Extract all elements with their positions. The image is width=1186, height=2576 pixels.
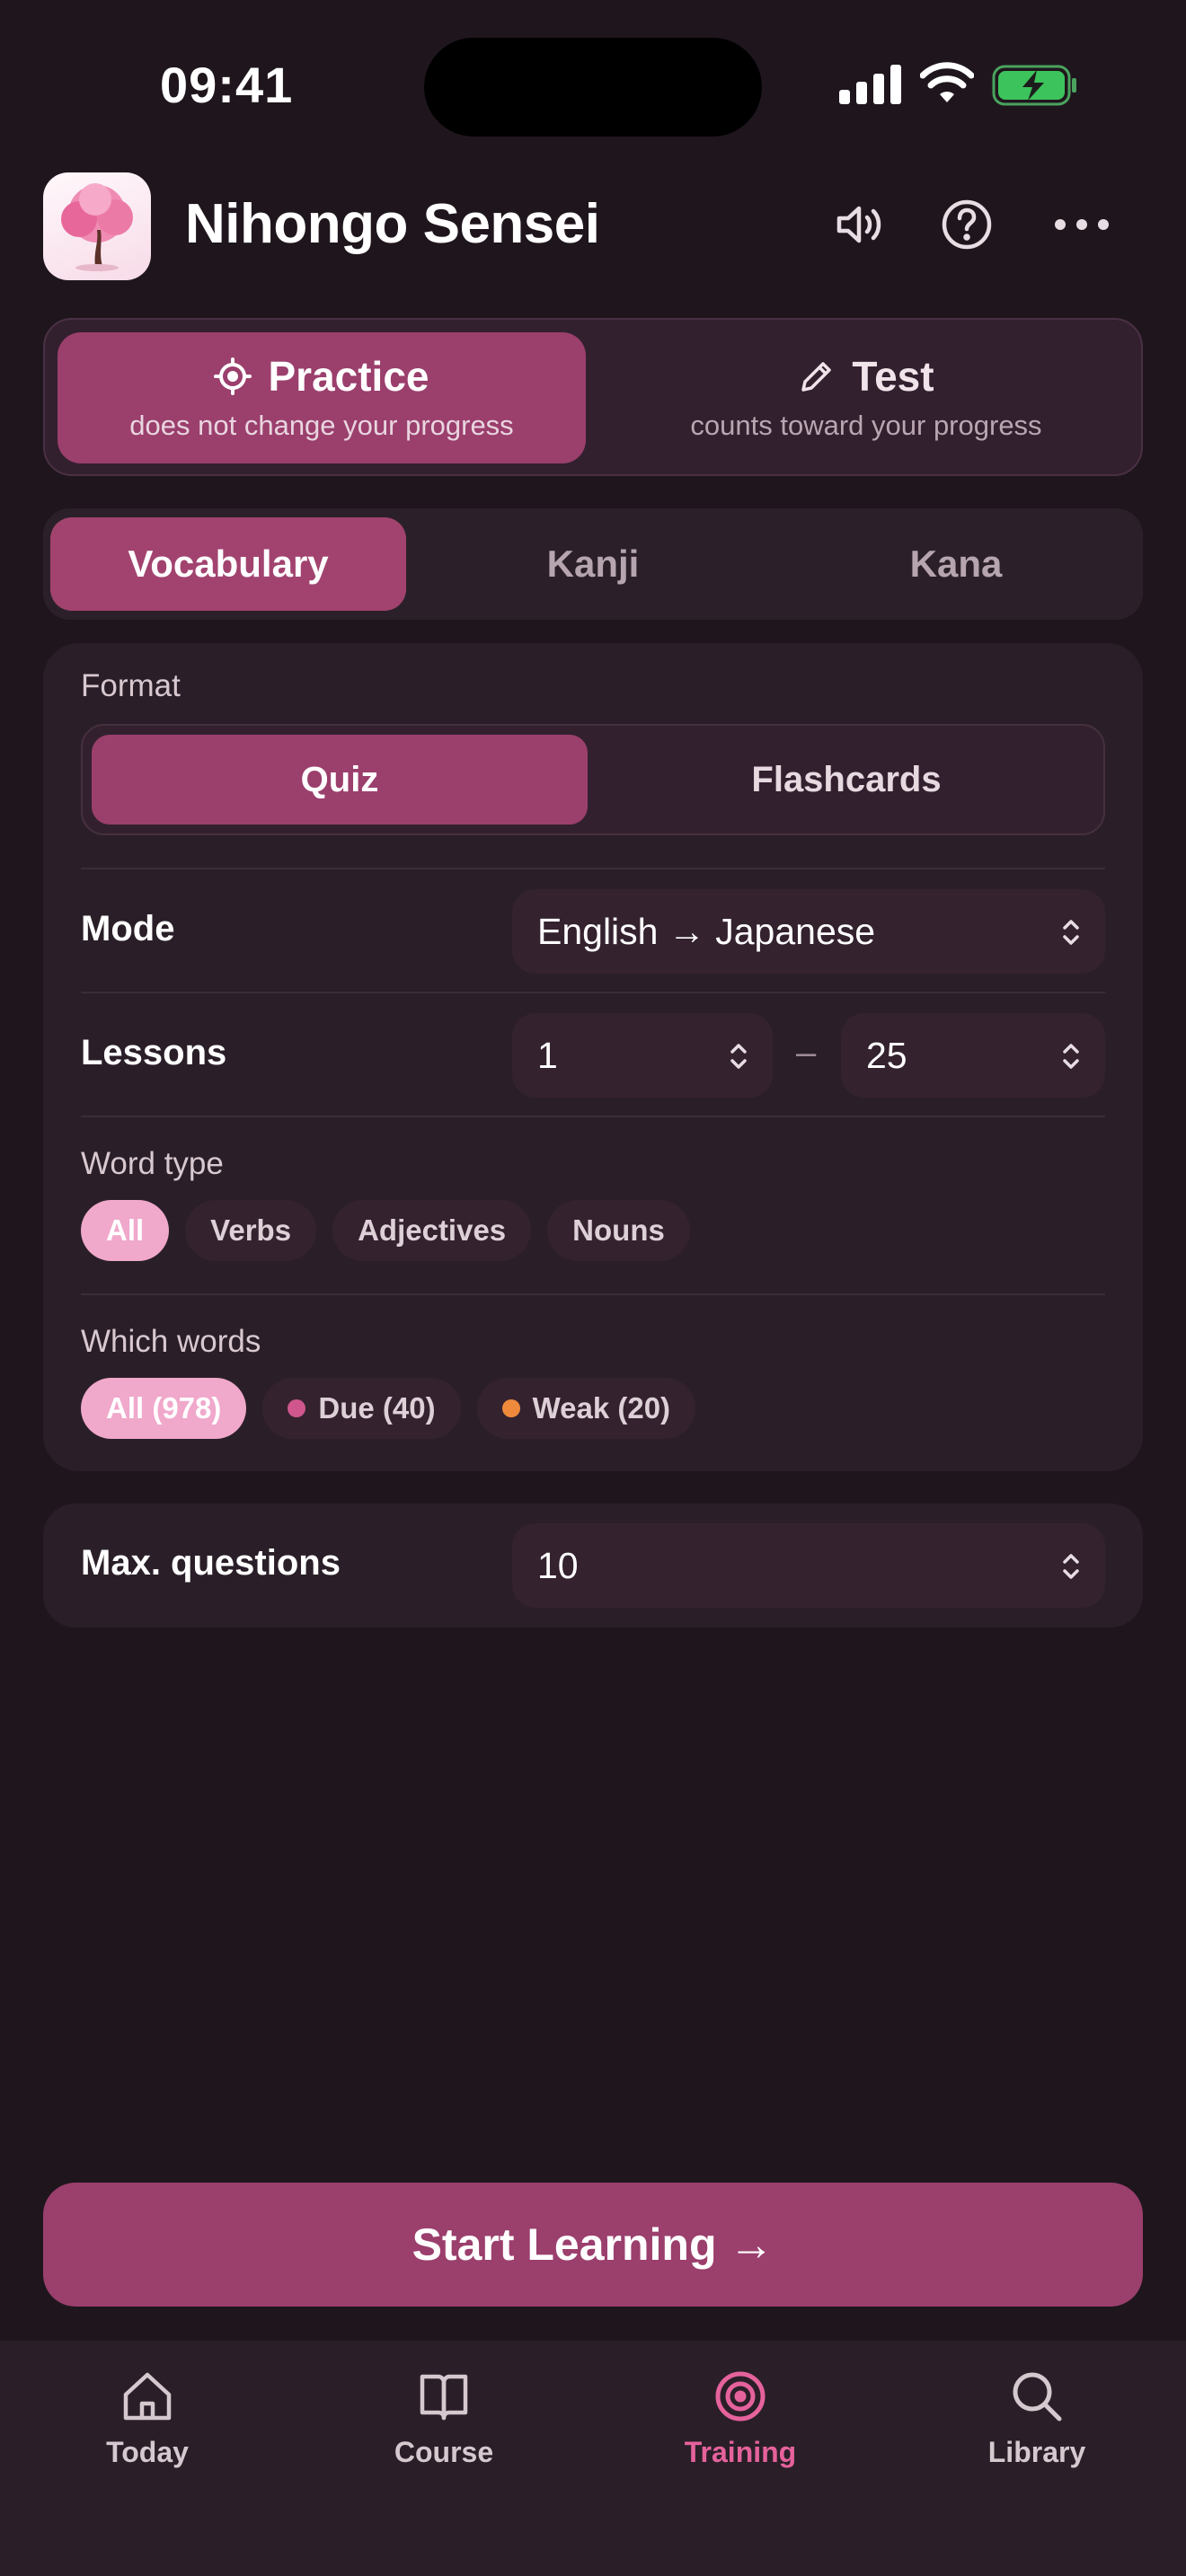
chip-weak-label: Weak (20) [532, 1391, 671, 1425]
which-words-label: Which words [81, 1324, 261, 1359]
lessons-from-select[interactable]: 1 [512, 1013, 773, 1098]
max-questions-select[interactable]: 10 [512, 1523, 1105, 1608]
divider [81, 1116, 1105, 1117]
due-dot-icon [288, 1399, 306, 1417]
chip-all-words[interactable]: All (978) [81, 1378, 247, 1439]
test-subtitle: counts toward your progress [690, 410, 1042, 441]
practice-title: Practice [268, 353, 429, 400]
more-button[interactable] [1046, 189, 1118, 260]
sakura-app-icon [61, 183, 133, 271]
test-option[interactable]: Test counts toward your progress [602, 332, 1130, 463]
divider [81, 1293, 1105, 1295]
tab-training[interactable]: Training [642, 2368, 839, 2469]
target-icon [715, 2371, 766, 2422]
practice-option[interactable]: Practice does not change your progress [58, 332, 586, 463]
more-icon [1055, 219, 1109, 230]
which-words-chips: All (978) Due (40) Weak (20) [81, 1378, 696, 1439]
wifi-icon [920, 62, 974, 102]
speaker-icon [836, 206, 881, 243]
settings-card: Format Quiz Flashcards Mode English → Ja… [43, 643, 1143, 1471]
max-questions-label: Max. questions [81, 1543, 341, 1583]
dynamic-island [424, 38, 762, 137]
format-quiz[interactable]: Quiz [92, 735, 588, 825]
chip-verbs[interactable]: Verbs [185, 1200, 317, 1261]
format-flashcards[interactable]: Flashcards [598, 735, 1094, 825]
practice-test-toggle: Practice does not change your progress T… [43, 318, 1143, 476]
lessons-to-value: 25 [866, 1034, 907, 1076]
cellular-signal-icon [839, 65, 901, 104]
book-icon [420, 2374, 468, 2421]
tab-course[interactable]: Course [345, 2368, 543, 2469]
start-learning-button[interactable]: Start Learning → [43, 2183, 1143, 2307]
chevron-updown-icon [1063, 920, 1079, 945]
home-icon [123, 2372, 172, 2421]
status-bar: 09:41 [0, 0, 1186, 162]
chevron-updown-icon [730, 1044, 747, 1069]
search-icon [1013, 2372, 1062, 2422]
mode-value: English → Japanese [537, 910, 876, 952]
tab-library[interactable]: Library [938, 2368, 1136, 2469]
bottom-tab-bar: Today Course Training Library [0, 2341, 1186, 2576]
tab-today[interactable]: Today [49, 2368, 246, 2469]
chip-nouns[interactable]: Nouns [547, 1200, 690, 1261]
app-title: Nihongo Sensei [185, 193, 600, 255]
tab-training-label: Training [684, 2436, 797, 2468]
word-type-label: Word type [81, 1146, 224, 1181]
format-toggle: Quiz Flashcards [81, 724, 1105, 835]
lessons-to-select[interactable]: 25 [841, 1013, 1105, 1098]
help-icon [942, 199, 992, 250]
tab-today-label: Today [106, 2436, 189, 2468]
chip-adjectives[interactable]: Adjectives [332, 1200, 532, 1261]
help-button[interactable] [931, 189, 1003, 260]
chip-due-words[interactable]: Due (40) [262, 1378, 461, 1439]
format-label: Format [81, 668, 181, 703]
chip-due-label: Due (40) [318, 1391, 436, 1425]
chip-all-words-label: All (978) [106, 1391, 222, 1425]
divider [81, 868, 1105, 869]
chip-weak-words[interactable]: Weak (20) [476, 1378, 696, 1439]
mode-label: Mode [81, 909, 175, 948]
target-icon [214, 357, 252, 395]
category-tabs: Vocabulary Kanji Kana [43, 508, 1143, 620]
word-type-chips: All Verbs Adjectives Nouns [81, 1200, 690, 1261]
sound-button[interactable] [823, 189, 895, 260]
tab-kanji[interactable]: Kanji [415, 517, 771, 611]
chevron-updown-icon [1063, 1554, 1079, 1579]
mode-select[interactable]: English → Japanese [512, 889, 1105, 974]
lessons-label: Lessons [81, 1033, 227, 1072]
practice-subtitle: does not change your progress [129, 410, 514, 441]
lessons-separator: – [796, 1033, 817, 1072]
tab-vocabulary[interactable]: Vocabulary [50, 517, 406, 611]
weak-dot-icon [501, 1399, 520, 1417]
divider [81, 992, 1105, 993]
lessons-from-value: 1 [537, 1034, 558, 1076]
pencil-icon [801, 362, 832, 392]
test-title: Test [852, 353, 934, 400]
chip-word-type-all[interactable]: All [81, 1200, 170, 1261]
tab-kana[interactable]: Kana [778, 517, 1134, 611]
max-questions-card: Max. questions 10 [43, 1504, 1143, 1628]
battery-charging-icon [992, 65, 1076, 106]
app-logo [43, 172, 151, 280]
tab-course-label: Course [394, 2436, 494, 2468]
max-questions-value: 10 [537, 1544, 579, 1586]
chevron-updown-icon [1063, 1044, 1079, 1069]
status-time: 09:41 [160, 57, 294, 113]
tab-library-label: Library [987, 2436, 1086, 2468]
